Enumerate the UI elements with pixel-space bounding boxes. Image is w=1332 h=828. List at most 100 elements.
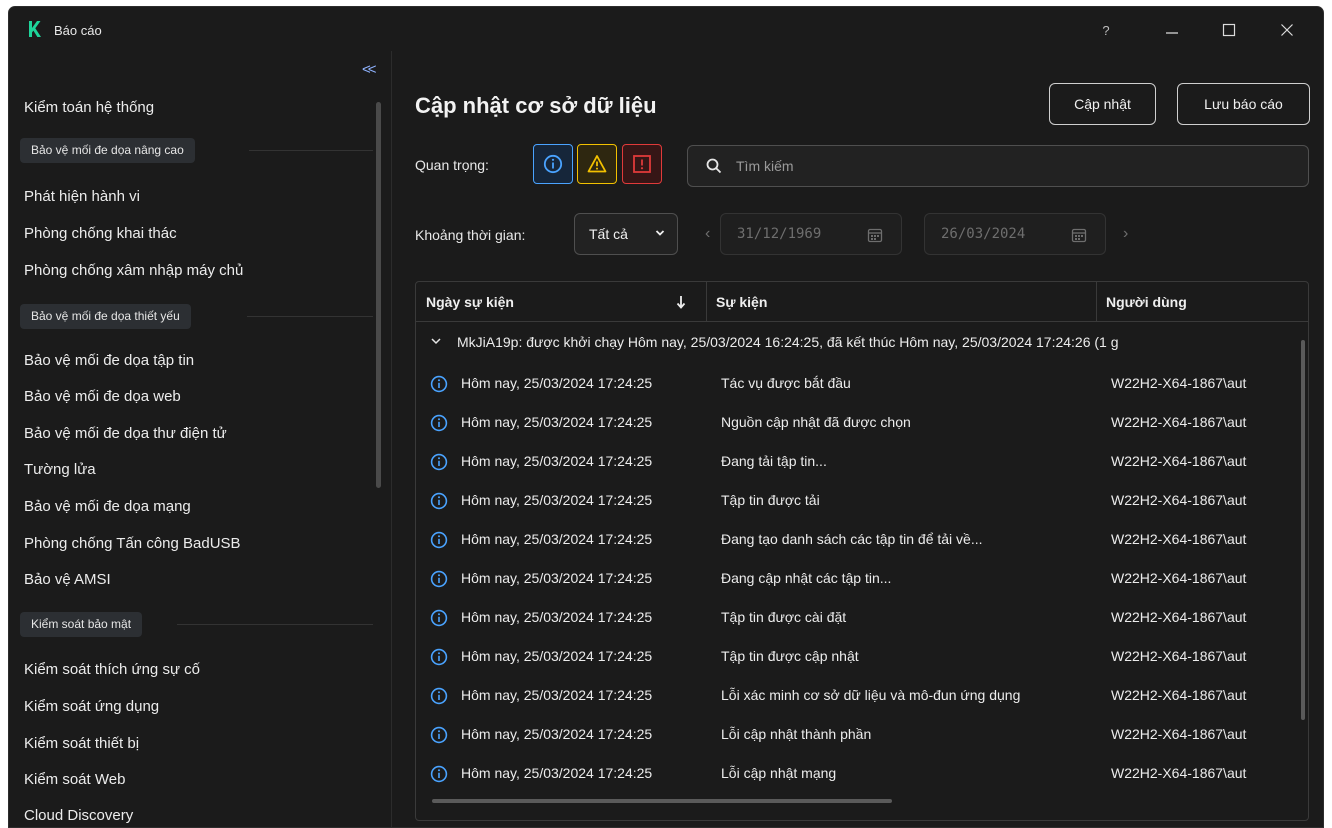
sort-down-icon [676,296,686,309]
sidebar-item-network-threat[interactable]: Bảo vệ mối đe dọa mạng [24,498,191,515]
cell-date: Hôm nay, 25/03/2024 17:24:25 [461,648,653,664]
column-header-date-label: Ngày sự kiện [426,294,514,310]
cell-user: W22H2-X64-1867\aut [1111,726,1247,742]
cell-user: W22H2-X64-1867\aut [1111,414,1247,430]
date-from-input[interactable]: 31/12/1969 [720,213,902,255]
table-row[interactable]: Hôm nay, 25/03/2024 17:24:25 Tập tin được… [416,599,1308,637]
help-button[interactable]: ? [1088,17,1124,43]
sidebar-item-exploit-prevention[interactable]: Phòng chống khai thác [24,225,177,242]
kaspersky-logo-icon [29,21,41,37]
cell-date: Hôm nay, 25/03/2024 17:24:25 [461,492,653,508]
column-header-user[interactable]: Người dùng [1096,282,1308,322]
sidebar-group-essential-threat: Bảo vệ mối đe dọa thiết yếu [20,304,191,329]
info-icon [430,492,448,510]
sidebar-item-app-control[interactable]: Kiểm soát ứng dụng [24,698,159,715]
table-row[interactable]: Hôm nay, 25/03/2024 17:24:25 Đang tạo dan… [416,521,1308,559]
filter-critical-button[interactable] [622,144,662,184]
table-row[interactable]: Hôm nay, 25/03/2024 17:24:25 Tập tin được… [416,638,1308,676]
cell-user: W22H2-X64-1867\aut [1111,648,1247,664]
sidebar-item-firewall[interactable]: Tường lửa [24,461,96,478]
table-vertical-scrollbar[interactable] [1301,340,1305,720]
sidebar-item-host-intrusion[interactable]: Phòng chống xâm nhập máy chủ [24,262,243,279]
filter-warning-button[interactable] [577,144,617,184]
app-window: Báo cáo ? << Kiểm toán hệ thống Bảo vệ m… [8,6,1324,828]
column-header-event-label: Sự kiện [716,294,768,310]
sidebar-item-device-control[interactable]: Kiểm soát thiết bị [24,735,139,752]
maximize-button[interactable] [1211,17,1247,43]
cell-event: Tác vụ được bắt đầu [721,375,851,391]
table-row[interactable]: Hôm nay, 25/03/2024 17:24:25 Lỗi cập nhật… [416,716,1308,754]
cell-date: Hôm nay, 25/03/2024 17:24:25 [461,726,653,742]
info-icon [430,609,448,627]
date-to-value: 26/03/2024 [941,226,1026,242]
sidebar-item-system-audit[interactable]: Kiểm toán hệ thống [24,99,154,116]
cell-date: Hôm nay, 25/03/2024 17:24:25 [461,453,653,469]
divider [177,624,373,625]
page-title: Cập nhật cơ sở dữ liệu [415,93,657,118]
column-header-event[interactable]: Sự kiện [706,282,1096,322]
date-from-value: 31/12/1969 [737,226,822,242]
cell-user: W22H2-X64-1867\aut [1111,609,1247,625]
table-row[interactable]: Hôm nay, 25/03/2024 17:24:25 Lỗi xác minh… [416,677,1308,715]
sidebar-item-web-threat[interactable]: Bảo vệ mối đe dọa web [24,388,181,405]
cell-event: Đang cập nhật các tập tin... [721,570,892,586]
sidebar-item-behavior-detection[interactable]: Phát hiện hành vi [24,188,140,205]
title-bar: Báo cáo ? [9,7,1323,51]
table-row[interactable]: Hôm nay, 25/03/2024 17:24:25 Nguồn cập nh… [416,404,1308,442]
cell-date: Hôm nay, 25/03/2024 17:24:25 [461,609,653,625]
cell-event: Lỗi cập nhật mạng [721,765,837,781]
sidebar-item-file-threat[interactable]: Bảo vệ mối đe dọa tập tin [24,352,194,369]
cell-date: Hôm nay, 25/03/2024 17:24:25 [461,414,653,430]
info-icon [543,154,563,174]
cell-event: Nguồn cập nhật đã được chọn [721,414,911,430]
table-header: Ngày sự kiện Sự kiện Người dùng [416,282,1308,322]
sidebar-item-cloud-discovery[interactable]: Cloud Discovery [24,807,133,824]
cell-user: W22H2-X64-1867\aut [1111,687,1247,703]
minimize-button[interactable] [1154,17,1190,43]
column-header-user-label: Người dùng [1106,294,1187,310]
update-button[interactable]: Cập nhật [1049,83,1156,125]
window-title: Báo cáo [54,23,102,38]
sidebar-item-amsi[interactable]: Bảo vệ AMSI [24,571,111,588]
close-button[interactable] [1269,17,1305,43]
cell-date: Hôm nay, 25/03/2024 17:24:25 [461,531,653,547]
table-row[interactable]: Hôm nay, 25/03/2024 17:24:25 Đang cập nhậ… [416,560,1308,598]
filter-info-button[interactable] [533,144,573,184]
sidebar-item-web-control[interactable]: Kiểm soát Web [24,771,125,788]
chevron-down-icon[interactable] [430,336,442,346]
task-group-row[interactable]: MkJiA19p: được khởi chạy Hôm nay, 25/03/… [416,326,1308,360]
chevron-down-icon [655,230,665,236]
calendar-icon [1071,228,1087,243]
table-row[interactable]: Hôm nay, 25/03/2024 17:24:25 Tác vụ được … [416,365,1308,403]
period-select[interactable]: Tất cả [574,213,678,255]
cell-date: Hôm nay, 25/03/2024 17:24:25 [461,375,653,391]
info-icon [430,531,448,549]
save-report-button[interactable]: Lưu báo cáo [1177,83,1310,125]
collapse-sidebar-icon[interactable]: << [362,61,382,79]
table-row[interactable]: Hôm nay, 25/03/2024 17:24:25 Đang tải tập… [416,443,1308,481]
cell-user: W22H2-X64-1867\aut [1111,492,1247,508]
info-icon [430,570,448,588]
divider [247,316,373,317]
cell-date: Hôm nay, 25/03/2024 17:24:25 [461,687,653,703]
cell-user: W22H2-X64-1867\aut [1111,453,1247,469]
importance-label: Quan trọng: [415,157,489,173]
sidebar-item-mail-threat[interactable]: Bảo vệ mối đe dọa thư điện tử [24,425,227,442]
search-icon [706,158,722,174]
table-row[interactable]: Hôm nay, 25/03/2024 17:24:25 Lỗi cập nhật… [416,755,1308,793]
date-to-input[interactable]: 26/03/2024 [924,213,1106,255]
sidebar-scrollbar[interactable] [376,102,381,488]
sidebar-item-badusb[interactable]: Phòng chống Tấn công BadUSB [24,535,241,552]
cell-date: Hôm nay, 25/03/2024 17:24:25 [461,765,653,781]
column-header-date[interactable]: Ngày sự kiện [416,282,706,322]
table-row[interactable]: Hôm nay, 25/03/2024 17:24:25 Tập tin được… [416,482,1308,520]
table-horizontal-scrollbar[interactable] [432,799,892,803]
prev-period-icon[interactable]: ‹ [705,225,710,243]
sidebar-item-adaptive-anomaly[interactable]: Kiểm soát thích ứng sự cố [24,661,200,678]
cell-event: Tập tin được tải [721,492,820,508]
search-input[interactable]: Tìm kiếm [687,145,1309,187]
minimize-icon [1166,32,1178,34]
cell-event: Tập tin được cài đặt [721,609,847,625]
period-select-value: Tất cả [589,226,628,242]
next-period-icon[interactable]: › [1123,225,1128,243]
